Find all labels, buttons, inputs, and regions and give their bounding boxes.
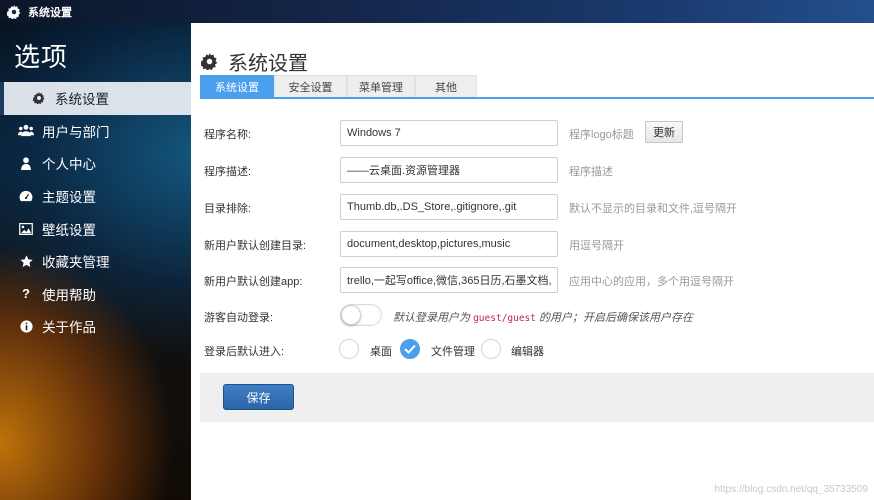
sidebar-item-users[interactable]: 用户与部门 [0, 115, 191, 148]
radio-desktop-label: 桌面 [370, 346, 392, 358]
app-name-input[interactable] [340, 120, 558, 146]
question-icon: ? [22, 286, 30, 302]
main-panel: 系统设置 系统设置 安全设置 菜单管理 其他 程序名称: 程序logo标题 更新… [191, 23, 874, 500]
sidebar-title: 选项 [14, 42, 69, 72]
guest-login-note-suffix: 的用户；开启后确保该用户存在 [539, 312, 694, 324]
default-apps-label: 新用户默认创建app: [204, 276, 303, 288]
guest-login-toggle[interactable] [340, 304, 382, 326]
sidebar: 选项 系统设置 用户与部门 个人中心 主题设置 壁纸设置 收藏夹管理 ? 使用帮… [0, 23, 191, 500]
check-icon [404, 344, 416, 354]
default-apps-input[interactable] [340, 267, 558, 293]
sidebar-item-label: 壁纸设置 [42, 222, 96, 238]
info-icon [18, 318, 34, 334]
gear-icon [31, 90, 47, 106]
form-row-app-name: 程序名称: 程序logo标题 更新 [191, 120, 874, 146]
user-icon [18, 155, 34, 171]
dir-exclude-label: 目录排除: [204, 203, 252, 215]
page-title: 系统设置 [228, 53, 308, 75]
watermark: https://blog.csdn.net/qq_35733509 [714, 484, 868, 495]
tab-underline [200, 97, 874, 99]
page-header: 系统设置 [200, 47, 308, 76]
radio-desktop[interactable] [339, 339, 359, 359]
sidebar-nav: 系统设置 用户与部门 个人中心 主题设置 壁纸设置 收藏夹管理 ? 使用帮助 关… [0, 82, 191, 343]
form-row-dir-exclude: 目录排除: 默认不显示的目录和文件,逗号隔开 [191, 194, 874, 220]
guest-login-note-code: guest/guest [473, 313, 536, 324]
radio-file-manager-label: 文件管理 [431, 346, 475, 358]
sidebar-item-about[interactable]: 关于作品 [0, 310, 191, 343]
guest-login-note: 默认登录用户为 guest/guest 的用户；开启后确保该用户存在 [393, 309, 693, 325]
save-button[interactable]: 保存 [223, 384, 294, 410]
radio-file-manager[interactable] [400, 339, 420, 359]
default-dirs-help: 用逗号隔开 [569, 240, 624, 252]
app-name-help: 程序logo标题 [569, 129, 634, 141]
form-footer: 保存 [200, 373, 874, 422]
sidebar-item-label: 用户与部门 [42, 124, 110, 140]
dashboard-icon [18, 188, 34, 204]
sidebar-item-label: 个人中心 [42, 157, 96, 173]
default-dirs-label: 新用户默认创建目录: [204, 240, 307, 252]
form-row-guest-login: 游客自动登录: 默认登录用户为 guest/guest 的用户；开启后确保该用户… [191, 303, 874, 329]
gear-icon [6, 4, 22, 20]
form-row-default-entry: 登录后默认进入: 桌面 文件管理 编辑器 [191, 337, 874, 363]
sidebar-item-label: 收藏夹管理 [42, 255, 110, 271]
default-entry-label: 登录后默认进入: [204, 346, 285, 358]
dir-exclude-help: 默认不显示的目录和文件,逗号隔开 [569, 203, 738, 215]
sidebar-item-wallpaper[interactable]: 壁纸设置 [0, 212, 191, 245]
tab-bar: 系统设置 安全设置 菜单管理 其他 [200, 75, 477, 97]
default-dirs-input[interactable] [340, 231, 558, 257]
guest-login-label: 游客自动登录: [204, 312, 274, 324]
radio-editor-label: 编辑器 [511, 346, 544, 358]
sidebar-item-label: 主题设置 [42, 190, 96, 206]
sidebar-item-label: 关于作品 [42, 320, 96, 336]
guest-login-note-prefix: 默认登录用户为 [393, 312, 470, 324]
tab-security-settings[interactable]: 安全设置 [274, 75, 347, 97]
sidebar-item-profile[interactable]: 个人中心 [0, 147, 191, 180]
image-icon [18, 221, 34, 237]
window-titlebar: 系统设置 [0, 0, 874, 23]
app-desc-help: 程序描述 [569, 166, 613, 178]
tab-other[interactable]: 其他 [415, 75, 477, 97]
default-apps-help: 应用中心的应用，多个用逗号隔开 [569, 276, 734, 288]
tab-system-settings[interactable]: 系统设置 [200, 75, 274, 97]
gear-icon [200, 53, 218, 71]
star-icon [18, 253, 34, 269]
dir-exclude-input[interactable] [340, 194, 558, 220]
update-button[interactable]: 更新 [645, 121, 683, 143]
app-desc-input[interactable] [340, 157, 558, 183]
app-desc-label: 程序描述: [204, 166, 252, 178]
form-row-default-dirs: 新用户默认创建目录: 用逗号隔开 [191, 231, 874, 257]
window-title: 系统设置 [28, 6, 72, 19]
sidebar-item-system-settings[interactable]: 系统设置 [0, 82, 191, 115]
radio-editor[interactable] [481, 339, 501, 359]
sidebar-item-favorites[interactable]: 收藏夹管理 [0, 245, 191, 278]
form-row-app-desc: 程序描述: 程序描述 [191, 157, 874, 183]
app-name-label: 程序名称: [204, 129, 252, 141]
tab-menu-management[interactable]: 菜单管理 [347, 75, 415, 97]
sidebar-item-label: 使用帮助 [42, 287, 96, 303]
sidebar-item-help[interactable]: ? 使用帮助 [0, 278, 191, 311]
sidebar-item-label: 系统设置 [55, 92, 109, 108]
toggle-knob [341, 305, 361, 325]
users-icon [18, 123, 34, 139]
sidebar-item-theme[interactable]: 主题设置 [0, 180, 191, 213]
form-row-default-apps: 新用户默认创建app: 应用中心的应用，多个用逗号隔开 [191, 267, 874, 293]
